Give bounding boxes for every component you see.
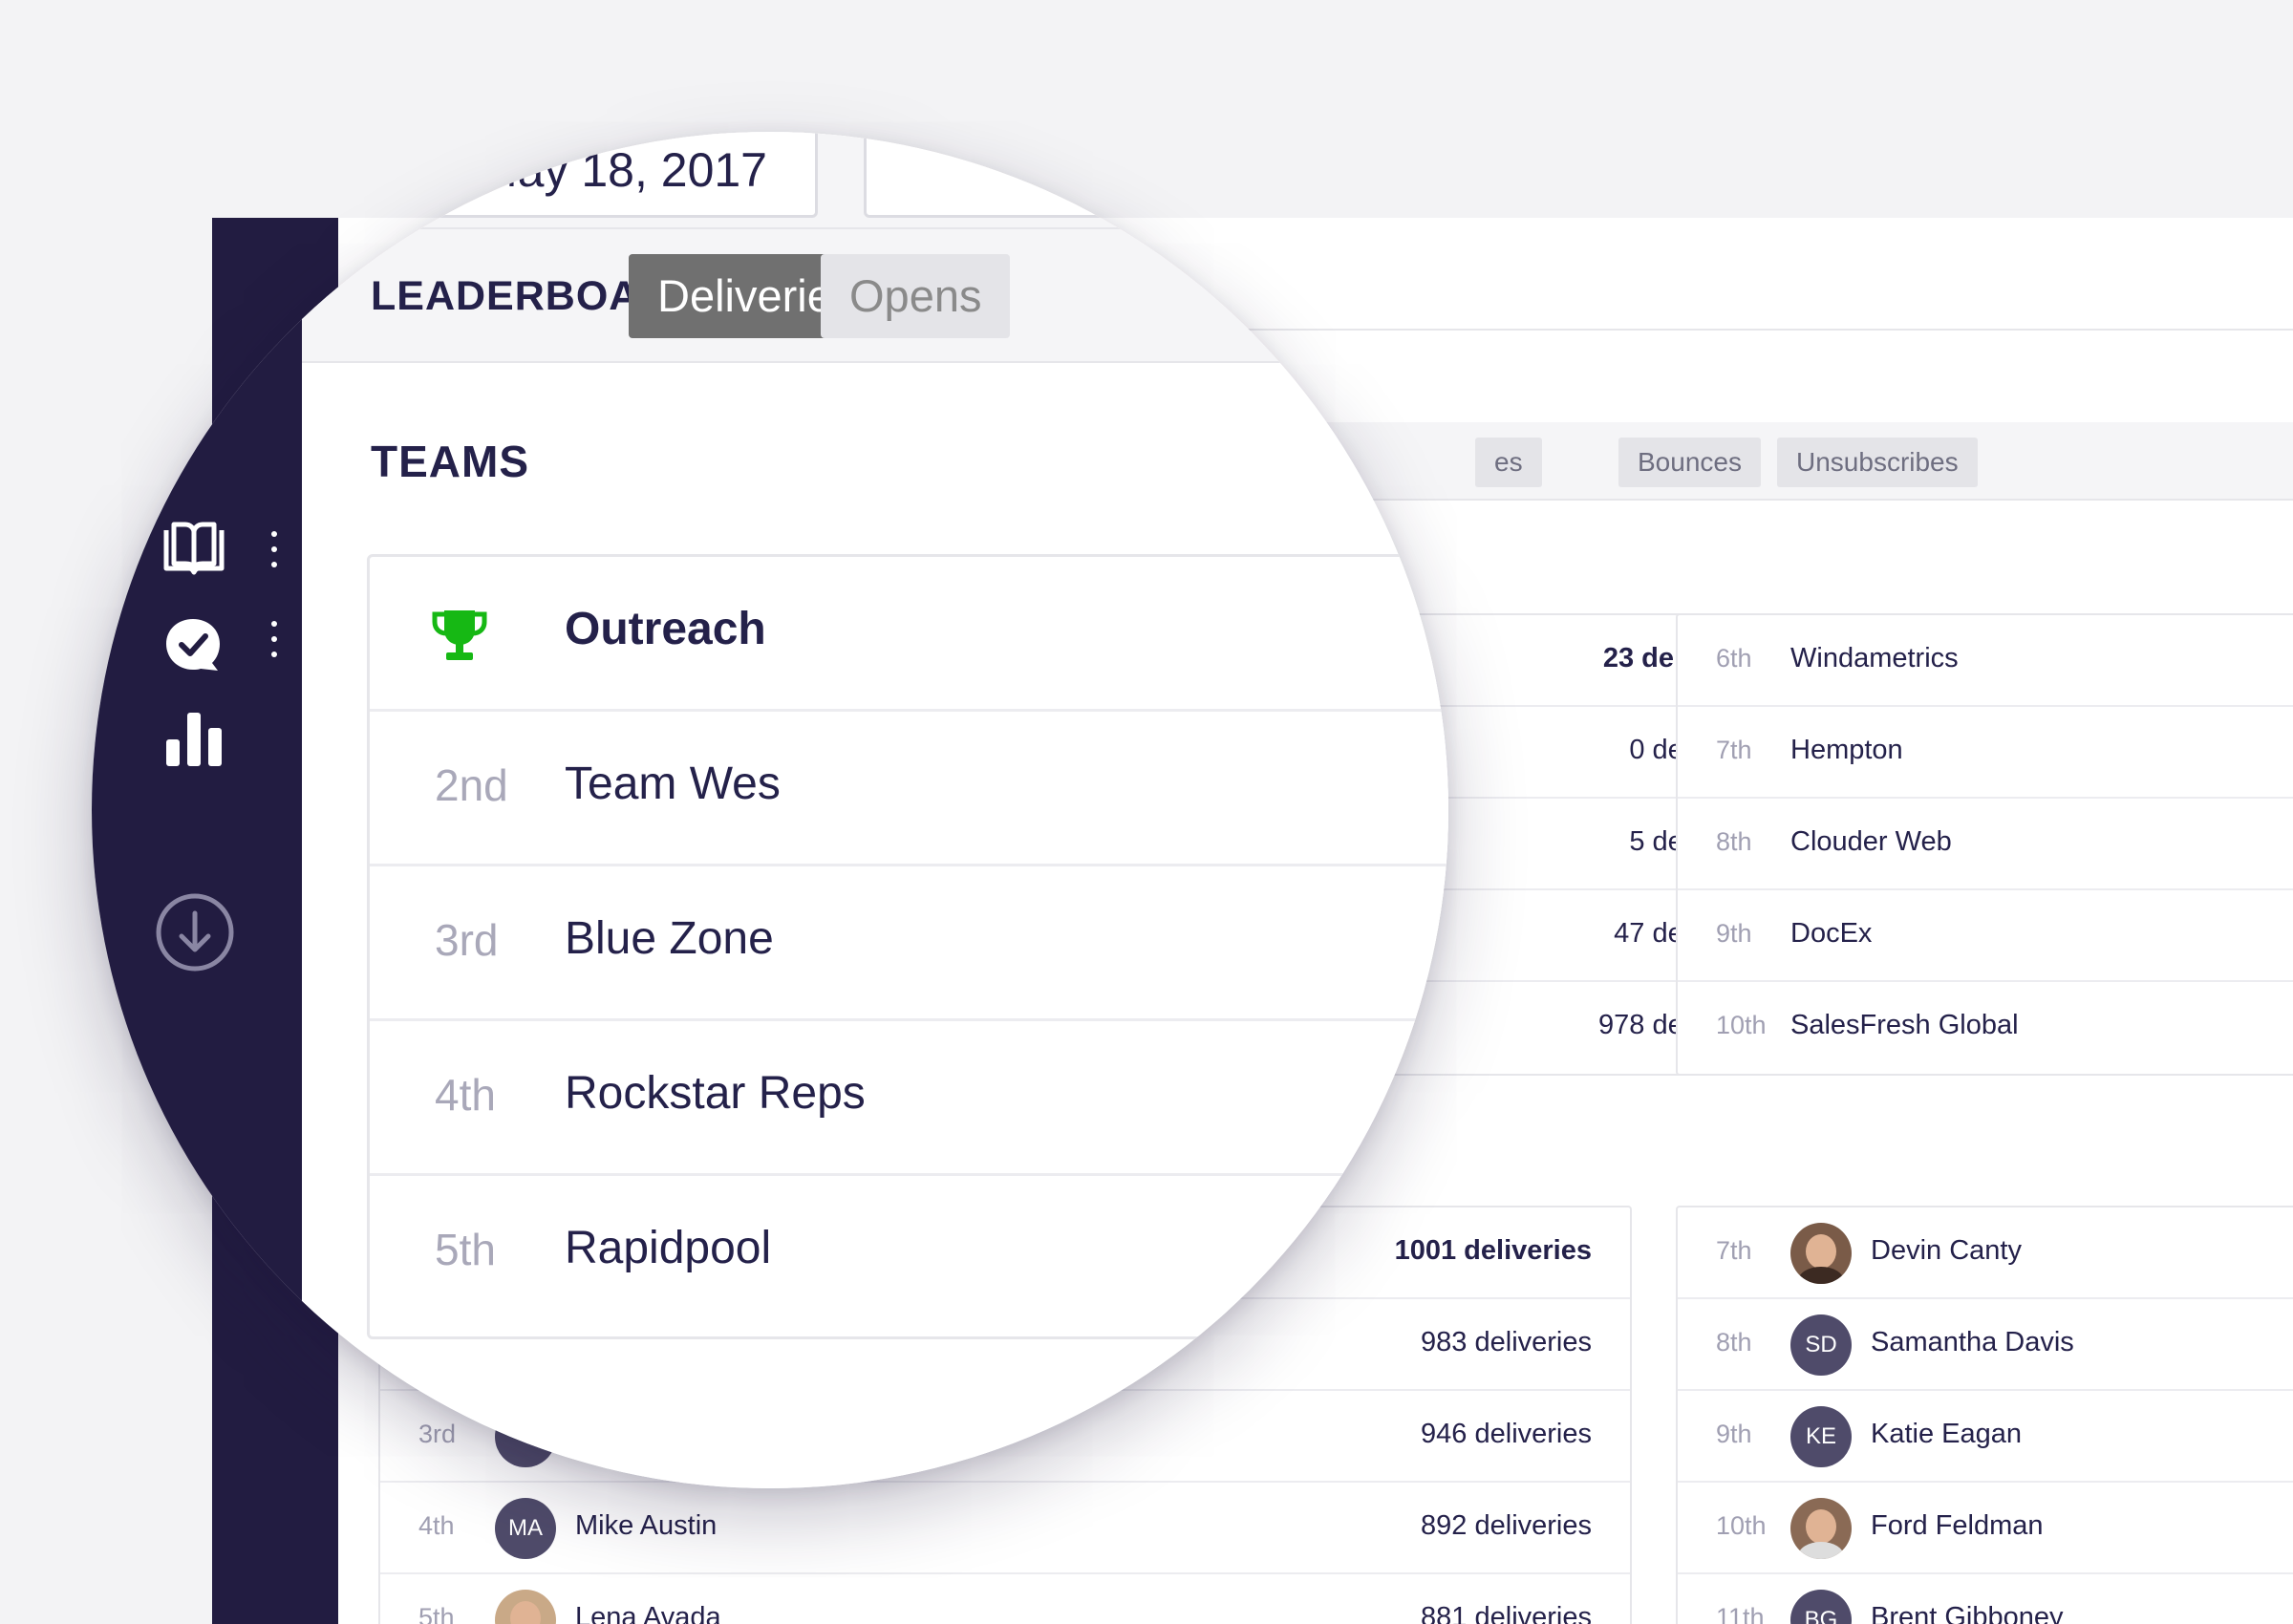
- date-input-end[interactable]: [864, 132, 1150, 218]
- team-row-2: 2nd Team Wes: [370, 712, 1448, 866]
- row-rank: 8th: [1716, 827, 1752, 856]
- tab-partial[interactable]: es: [1475, 438, 1542, 487]
- row-rank: 4th: [418, 1511, 455, 1540]
- team-row-5: 5th Rapidpool: [370, 1176, 1448, 1331]
- row-value: 892 deliveries: [1421, 1510, 1592, 1541]
- teams-leaderboard-zoomed: Outreach 2nd Team Wes 3rd Blue Zone 4th …: [367, 554, 1448, 1339]
- table-row: 10th SalesFresh Global: [1678, 982, 2293, 1074]
- avatar: MA: [495, 1498, 556, 1559]
- trophy-icon: [432, 610, 487, 660]
- team-name: Outreach: [565, 604, 766, 654]
- row-rank: 5th: [418, 1603, 455, 1624]
- row-rank: 9th: [1716, 919, 1752, 948]
- team-name: Team Wes: [565, 759, 781, 809]
- row-name: Ford Feldman: [1871, 1510, 2044, 1541]
- avatar-face: [1806, 1234, 1836, 1269]
- table-row: 9th KE Katie Eagan: [1678, 1391, 2293, 1483]
- row-rank: 7th: [1716, 736, 1752, 764]
- row-rank: 10th: [1716, 1011, 1767, 1039]
- section-title-teams: TEAMS: [371, 437, 529, 486]
- table-row: 8th Clouder Web: [1678, 799, 2293, 890]
- avatar: BG: [1790, 1590, 1852, 1624]
- table-row: 10th Ford Feldman: [1678, 1483, 2293, 1574]
- avatar-face: [1806, 1509, 1836, 1544]
- team-row-1: Outreach: [370, 557, 1448, 712]
- users-card-right: 7th Devin Canty 8th SD Samantha Davis 9th KE…: [1676, 1206, 2293, 1624]
- date-value: May 18, 2017: [478, 143, 767, 197]
- download-circle-icon[interactable]: [155, 892, 235, 972]
- tab-opens[interactable]: Opens: [821, 254, 1011, 338]
- table-row: 11th BG Brent Gibboney: [1678, 1574, 2293, 1624]
- avatar: [1790, 1223, 1852, 1284]
- row-name: Mike Austin: [575, 1510, 718, 1541]
- table-row: 9th DocEx: [1678, 890, 2293, 982]
- row-rank: 7th: [1716, 1236, 1752, 1265]
- avatar: [1790, 1498, 1852, 1559]
- row-name: Windametrics: [1790, 643, 1959, 673]
- book-icon[interactable]: [162, 521, 225, 576]
- table-row: 7th Devin Canty: [1678, 1207, 2293, 1299]
- date-input[interactable]: May 18, 2017: [273, 132, 818, 218]
- row-name: Lena Avada: [575, 1602, 721, 1624]
- row-name: SalesFresh Global: [1790, 1010, 2019, 1040]
- row-name: Devin Canty: [1871, 1235, 2022, 1266]
- team-row-3: 3rd Blue Zone: [370, 866, 1448, 1021]
- table-row: 7th Hempton: [1678, 707, 2293, 799]
- team-name: Rockstar Reps: [565, 1068, 866, 1119]
- avatar-face: [510, 1601, 541, 1624]
- table-row: 4th MA Mike Austin 892 deliveries: [380, 1483, 1630, 1574]
- team-row-4: 4th Rockstar Reps: [370, 1021, 1448, 1176]
- team-rank: 2nd: [435, 760, 508, 810]
- avatar: SD: [1790, 1314, 1852, 1376]
- chat-check-icon[interactable]: [162, 615, 224, 674]
- teams-card-right: 6th Windametrics 7th Hempton 8th Clouder We…: [1676, 613, 2293, 1076]
- content-zoomed: May 18, 2017 LEADERBOARDS Deliveries Ope…: [273, 132, 1448, 1488]
- vertical-dots-icon[interactable]: [271, 531, 277, 569]
- row-rank: 10th: [1716, 1511, 1767, 1540]
- magnifier-lens: May 18, 2017 LEADERBOARDS Deliveries Ope…: [92, 132, 1448, 1488]
- team-rank: 3rd: [435, 915, 499, 965]
- tab-bounces[interactable]: Bounces: [1618, 438, 1761, 487]
- row-name: Katie Eagan: [1871, 1419, 2023, 1449]
- row-rank: 9th: [1716, 1420, 1752, 1448]
- row-name: Samantha Davis: [1871, 1327, 2074, 1357]
- vertical-dots-icon[interactable]: [271, 621, 277, 659]
- tab-unsubscribes[interactable]: Unsubscribes: [1777, 438, 1978, 487]
- date-bar: May 18, 2017: [273, 132, 1448, 227]
- row-name: Clouder Web: [1790, 826, 1952, 857]
- team-name: Rapidpool: [565, 1223, 772, 1273]
- outreach-logo-icon[interactable]: [239, 246, 300, 302]
- table-row: 5th Lena Avada 881 deliveries: [380, 1574, 1630, 1624]
- table-row: 6th Windametrics: [1678, 615, 2293, 707]
- team-rank: 4th: [435, 1070, 496, 1120]
- row-name: Hempton: [1790, 735, 1903, 765]
- row-name: DocEx: [1790, 918, 1873, 949]
- team-name: Blue Zone: [565, 913, 774, 964]
- avatar-body: [1798, 1267, 1844, 1284]
- avatar: KE: [1790, 1406, 1852, 1467]
- team-rank: 5th: [435, 1225, 496, 1274]
- row-rank: 6th: [1716, 644, 1752, 673]
- row-name: Brent Gibboney: [1871, 1602, 2064, 1624]
- row-value: 881 deliveries: [1421, 1602, 1592, 1624]
- sidebar-zoomed: [92, 132, 302, 1488]
- row-rank: 8th: [1716, 1328, 1752, 1357]
- bar-chart-icon[interactable]: [164, 711, 225, 768]
- avatar-body: [1798, 1542, 1844, 1559]
- table-row: 8th SD Samantha Davis: [1678, 1299, 2293, 1391]
- avatar: [495, 1590, 556, 1624]
- row-rank: 11th: [1716, 1603, 1765, 1624]
